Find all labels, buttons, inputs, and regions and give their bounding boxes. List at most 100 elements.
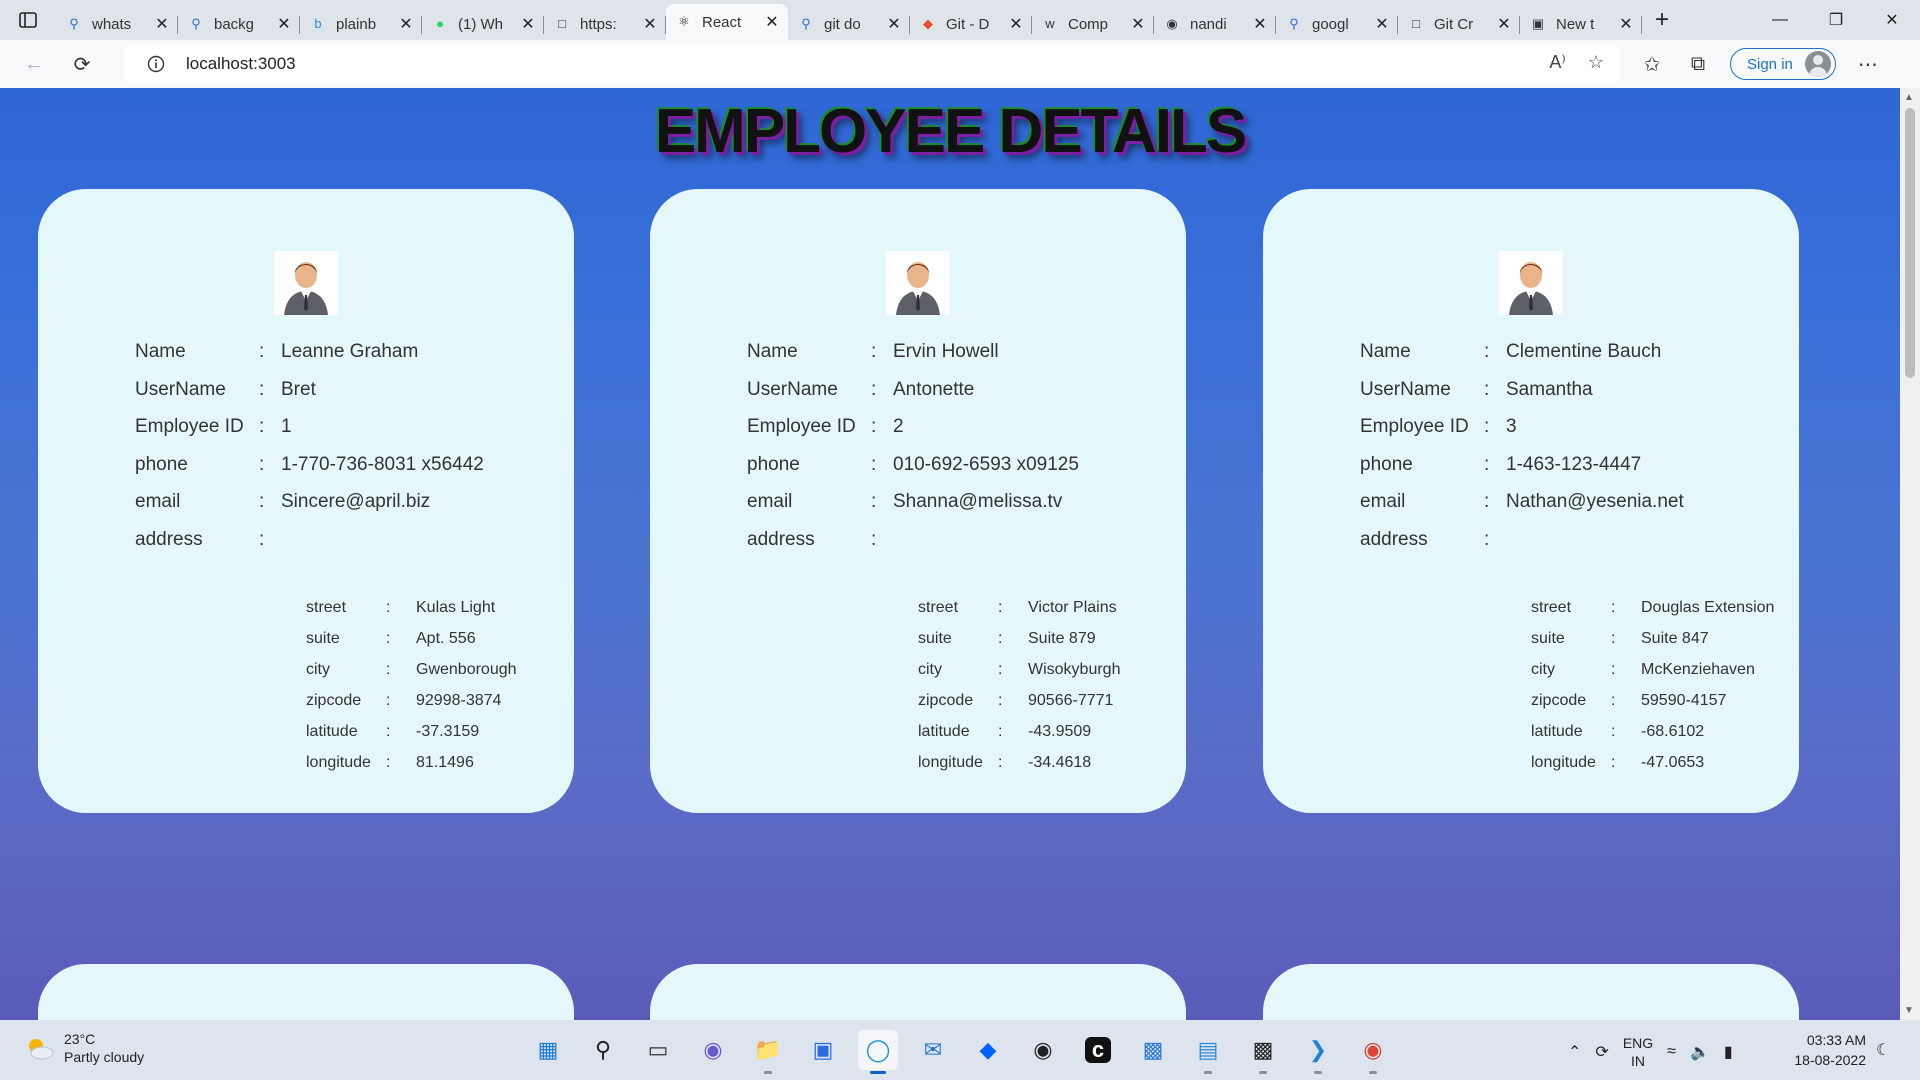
field-address: address: — [1360, 529, 1506, 551]
tab-12[interactable]: ▣ New t ✕ — [1520, 8, 1642, 40]
value-name: Leanne Graham — [281, 341, 419, 362]
close-tab-icon[interactable]: ✕ — [520, 14, 536, 34]
tab-6[interactable]: ⚲ git do ✕ — [788, 8, 910, 40]
separator: : — [998, 692, 1003, 709]
tab-5[interactable]: ⚛ React ✕ — [666, 4, 788, 40]
start-icon[interactable]: ▦ — [528, 1030, 568, 1070]
tab-7[interactable]: ◆ Git - D ✕ — [910, 8, 1032, 40]
sign-in-button[interactable]: Sign in — [1730, 48, 1836, 80]
label-username: UserName — [135, 378, 226, 400]
separator: : — [1611, 692, 1616, 709]
restore-button[interactable]: ❐ — [1808, 0, 1864, 40]
dropbox-icon[interactable]: ◆ — [968, 1030, 1008, 1070]
close-tab-icon[interactable]: ✕ — [1374, 14, 1390, 34]
close-tab-icon[interactable]: ✕ — [276, 14, 292, 34]
volume-icon[interactable]: 🔈 — [1690, 1042, 1710, 1062]
tab-3[interactable]: ● (1) Wh ✕ — [422, 8, 544, 40]
show-hidden-icons-icon[interactable]: ⌃ — [1568, 1042, 1581, 1062]
control-panel-icon[interactable]: ▩ — [1133, 1030, 1173, 1070]
chat-icon[interactable]: ◉ — [693, 1030, 733, 1070]
scroll-down-icon[interactable]: ▼ — [1904, 1005, 1914, 1016]
mail-icon[interactable]: ✉ — [913, 1030, 953, 1070]
add-favorite-icon[interactable]: ☆ — [1588, 52, 1604, 73]
tab-0[interactable]: ⚲ whats ✕ — [56, 8, 178, 40]
field-name: Name: Clementine Bauch — [1360, 341, 1661, 363]
new-tab-button[interactable]: + — [1642, 6, 1682, 34]
close-tab-icon[interactable]: ✕ — [398, 14, 414, 34]
value-city: McKenziehaven — [1641, 661, 1755, 678]
separator: : — [1484, 453, 1490, 475]
close-tab-icon[interactable]: ✕ — [1008, 14, 1024, 34]
tab-10[interactable]: ⚲ googl ✕ — [1276, 8, 1398, 40]
refresh-button[interactable]: ⟳ — [58, 46, 106, 82]
tab-title: nandi — [1190, 15, 1227, 33]
tab-title: https: — [580, 15, 617, 33]
close-tab-icon[interactable]: ✕ — [1130, 14, 1146, 34]
close-tab-icon[interactable]: ✕ — [642, 14, 658, 34]
vscode-icon[interactable]: ❯ — [1298, 1030, 1338, 1074]
separator: : — [871, 378, 877, 400]
minimize-button[interactable]: — — [1752, 0, 1808, 40]
search-icon: ⚲ — [191, 16, 201, 31]
separator: : — [259, 453, 265, 475]
value-street: Victor Plains — [1028, 599, 1117, 616]
tab-2[interactable]: b plainb ✕ — [300, 8, 422, 40]
url-field[interactable]: localhost:3003 A⁾ ☆ — [124, 46, 1620, 82]
site-info-icon[interactable] — [144, 52, 168, 76]
label-zipcode: zipcode — [306, 692, 362, 709]
edge-icon[interactable]: ◯ — [858, 1030, 898, 1074]
cmd-icon[interactable]: ▩ — [1243, 1030, 1283, 1074]
close-tab-icon[interactable]: ✕ — [1618, 14, 1634, 34]
label-zipcode: zipcode — [918, 692, 974, 709]
clock[interactable]: 03:33 AM 18-08-2022 — [1778, 1030, 1866, 1070]
scroll-up-icon[interactable]: ▲ — [1904, 92, 1914, 103]
address-zipcode: zipcode: 90566-7771 — [918, 692, 1113, 710]
tab-title: whats — [92, 15, 132, 33]
weather-widget[interactable]: 23°C Partly cloudy — [24, 1030, 144, 1066]
wifi-icon[interactable]: ≈ — [1667, 1043, 1676, 1061]
value-id: 1 — [281, 416, 292, 437]
store-icon[interactable]: ▣ — [803, 1030, 843, 1070]
close-tab-icon[interactable]: ✕ — [886, 14, 902, 34]
separator: : — [871, 416, 877, 437]
tab-actions-button[interactable] — [0, 0, 56, 40]
tab-4[interactable]: □ https: ✕ — [544, 8, 666, 40]
read-aloud-icon[interactable]: A⁾ — [1549, 52, 1565, 73]
value-name: Clementine Bauch — [1506, 341, 1662, 362]
value-longitude: -34.4618 — [1028, 754, 1092, 771]
notification-icon[interactable]: ☾ — [1876, 1040, 1890, 1060]
github-desktop-icon[interactable]: ◉ — [1023, 1030, 1063, 1070]
close-tab-icon[interactable]: ✕ — [154, 14, 170, 34]
favorites-icon[interactable]: ✩ — [1638, 52, 1666, 77]
label-phone: phone — [135, 453, 188, 475]
task-view-icon[interactable]: ▭ — [638, 1030, 678, 1070]
value-zipcode: 90566-7771 — [1028, 692, 1114, 709]
terminal-dark-icon[interactable]: c — [1078, 1030, 1118, 1070]
sync-icon[interactable]: ⟳ — [1595, 1042, 1608, 1062]
file-explorer-icon[interactable]: 📁 — [748, 1030, 788, 1074]
separator: : — [386, 630, 391, 647]
collections-icon[interactable]: ⧉ — [1684, 53, 1712, 76]
scrollbar-thumb[interactable] — [1905, 108, 1915, 378]
back-button[interactable]: ← — [10, 46, 58, 82]
tab-8[interactable]: w Comp ✕ — [1032, 8, 1154, 40]
tab-1[interactable]: ⚲ backg ✕ — [178, 8, 300, 40]
page-viewport: EMPLOYEE DETAILS Name: Leanne Graham UserN… — [0, 88, 1900, 1020]
value-phone: 1-770-736-8031 x56442 — [281, 453, 484, 475]
language-indicator[interactable]: ENG IN — [1623, 1034, 1653, 1070]
settings-more-icon[interactable]: ⋯ — [1854, 52, 1882, 77]
search-icon: ⚲ — [69, 16, 79, 31]
tab-11[interactable]: □ Git Cr ✕ — [1398, 8, 1520, 40]
vertical-scrollbar[interactable]: ▲ ▼ — [1900, 88, 1920, 1020]
close-window-button[interactable]: ✕ — [1864, 0, 1920, 40]
notepad-icon[interactable]: ▤ — [1188, 1030, 1228, 1074]
battery-icon[interactable]: ▮ — [1724, 1042, 1733, 1062]
close-tab-icon[interactable]: ✕ — [1252, 14, 1268, 34]
tab-9[interactable]: ◉ nandi ✕ — [1154, 8, 1276, 40]
address-latitude: latitude: -37.3159 — [306, 723, 479, 741]
search-icon: ⚲ — [1289, 16, 1299, 31]
close-tab-icon[interactable]: ✕ — [764, 12, 780, 32]
search-icon[interactable]: ⚲ — [583, 1030, 623, 1070]
close-tab-icon[interactable]: ✕ — [1496, 14, 1512, 34]
chrome-icon[interactable]: ◉ — [1353, 1030, 1393, 1074]
